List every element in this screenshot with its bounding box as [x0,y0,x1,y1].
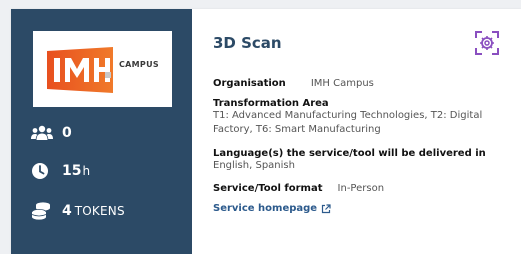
service-summary-panel: CAMPUS 0 15 h 4 TOKENS [11,9,192,254]
organisation-value: IMH Campus [310,78,374,89]
participants-stat: 0 [31,123,72,143]
clock-icon [31,161,53,181]
provider-logo: CAMPUS [33,31,172,107]
organisation-label: Organisation [213,78,286,89]
transformation-area-value: T1: Advanced Manufacturing Technologies,… [213,110,483,135]
imh-logo-graphic [47,47,113,93]
tokens-unit: TOKENS [74,204,125,218]
language-label: Language(s) the service/tool will be del… [213,148,486,159]
service-homepage-link[interactable]: Service homepage [213,203,331,214]
service-card: CAMPUS 0 15 h 4 TOKENS 3D Scan Organisat… [11,9,521,254]
format-value: In-Person [337,183,385,194]
service-homepage-label: Service homepage [213,203,318,214]
external-link-icon [321,203,331,213]
transformation-area-row: Transformation Area T1: Advanced Manufac… [213,97,503,137]
tokens-stat: 4 TOKENS [31,201,125,221]
tokens-value: 4 [62,203,72,219]
users-icon [31,123,53,143]
logo-campus-text: CAMPUS [119,60,159,69]
hours-value: 15 [62,163,82,179]
organisation-row: Organisation IMH Campus [213,77,374,89]
participants-value: 0 [62,125,72,141]
hours-unit: h [82,164,91,178]
coins-icon [31,201,53,221]
language-row: Language(s) the service/tool will be del… [213,147,503,173]
language-value: English, Spanish [213,160,295,171]
service-title: 3D Scan [213,34,282,52]
format-row: Service/Tool format In-Person [213,182,384,194]
scan-gear-icon[interactable] [475,31,499,55]
service-details-panel: 3D Scan Organisation IMH Campus Transfor… [192,9,521,254]
hours-stat: 15 h [31,161,90,181]
format-label: Service/Tool format [213,183,323,194]
transformation-area-label: Transformation Area [213,98,329,109]
